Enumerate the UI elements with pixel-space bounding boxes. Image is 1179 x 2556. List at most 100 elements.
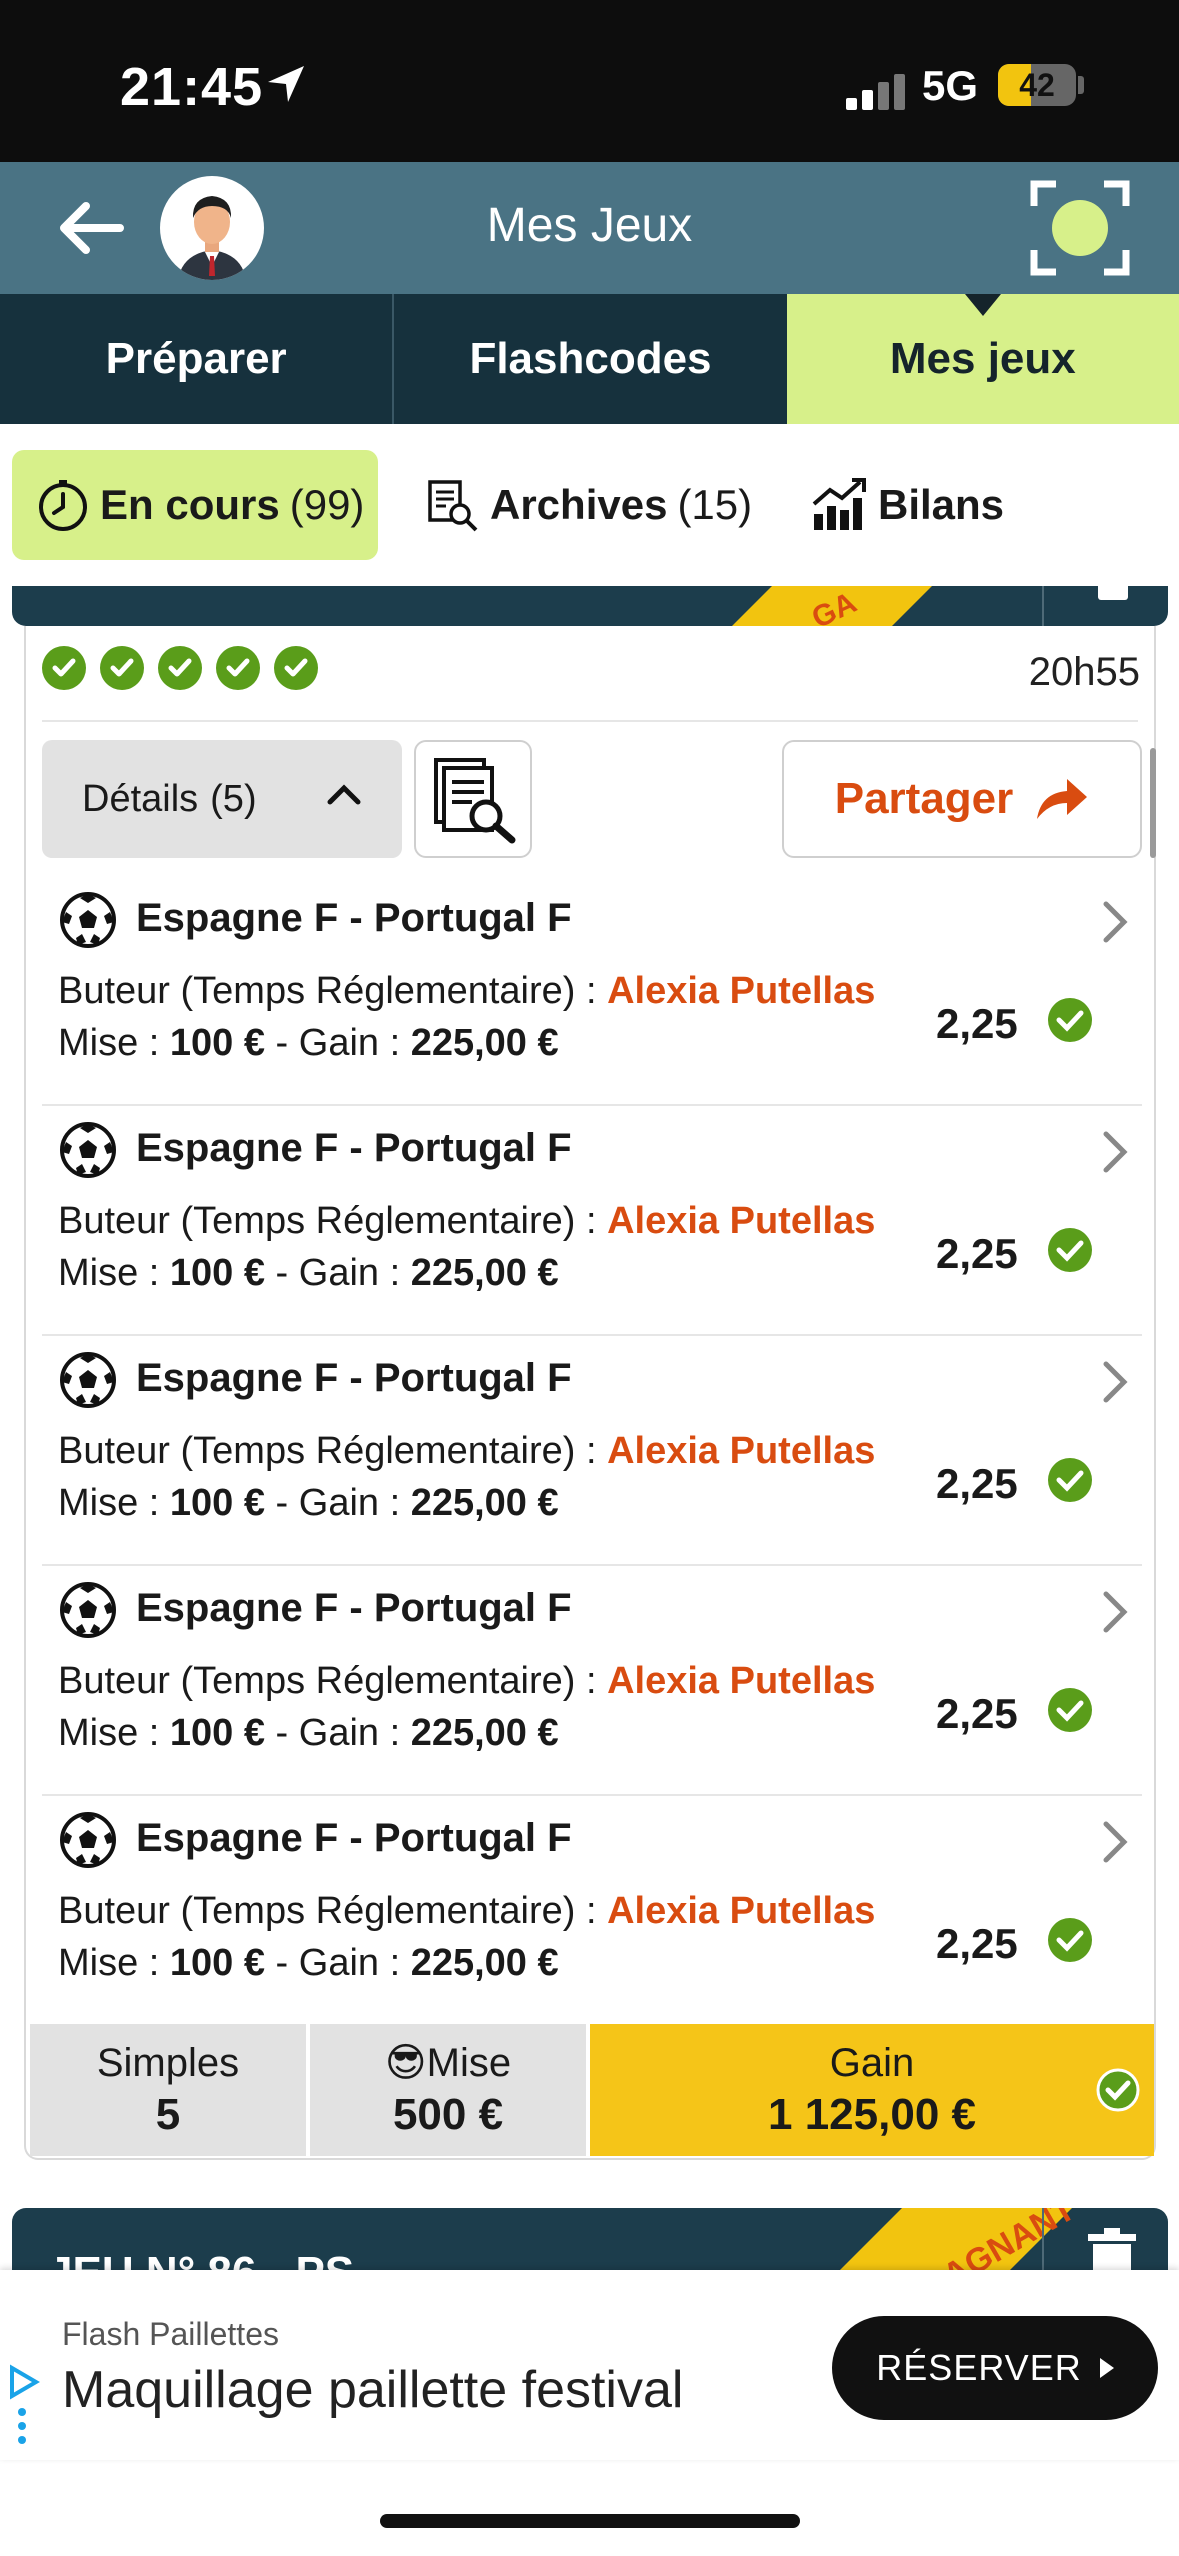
gain-value: 225,00 €	[410, 1712, 559, 1754]
check-circle-icon	[216, 646, 260, 690]
header-divider	[1042, 586, 1044, 626]
bet-item[interactable]: Espagne F - Portugal F Buteur (Temps Régl…	[42, 876, 1142, 1106]
stake-value: 100 €	[169, 1022, 265, 1064]
details-count: (5)	[210, 777, 257, 820]
mise-value: 500 €	[392, 2090, 504, 2139]
check-circle-icon	[274, 646, 318, 690]
odds-value: 2,25	[936, 1000, 1018, 1047]
battery-nub	[1078, 76, 1084, 94]
match-name: Espagne F - Portugal F	[136, 1126, 572, 1170]
gain-label: - Gain :	[265, 1712, 411, 1754]
view-ticket-button[interactable]	[414, 740, 532, 858]
gain-label: - Gain :	[265, 1022, 411, 1064]
ad-banner[interactable]: Flash Paillettes Maquillage paillette fe…	[0, 2270, 1179, 2460]
bet-market: Buteur (Temps Réglementaire) : Alexia Pu…	[58, 1430, 875, 1473]
tab-mes-jeux[interactable]: Mes jeux	[786, 294, 1179, 424]
scrollbar[interactable]	[1150, 748, 1156, 858]
gain-label: - Gain :	[265, 1942, 411, 1984]
chevron-right-icon[interactable]	[1100, 1590, 1130, 1634]
simples-value: 5	[155, 2089, 181, 2139]
status-time: 21:45	[120, 57, 264, 117]
soccer-ball-icon	[60, 1122, 116, 1178]
bet-item[interactable]: Espagne F - Portugal F Buteur (Temps Régl…	[42, 1336, 1142, 1566]
match-name: Espagne F - Portugal F	[136, 896, 572, 940]
bet-time: 20h55	[1028, 650, 1140, 694]
chevron-right-icon[interactable]	[1100, 1820, 1130, 1864]
share-button[interactable]: Partager	[782, 740, 1142, 858]
sub-tabs: En cours (99) Archives (15) Bilans	[0, 424, 1179, 586]
details-toggle-button[interactable]: Détails (5)	[42, 740, 402, 858]
selection-name: Alexia Putellas	[607, 970, 876, 1012]
mise-label: Mise	[426, 2041, 512, 2085]
check-circle-icon	[1048, 998, 1092, 1042]
gain-label: - Gain :	[265, 1252, 411, 1294]
bet-item[interactable]: Espagne F - Portugal F Buteur (Temps Régl…	[42, 1796, 1142, 2026]
bet-summary: Simples 5 😎Mise 500 € Gain 1 125,00 €	[30, 2024, 1154, 2156]
check-circle-icon	[1048, 1228, 1092, 1272]
check-circle-icon	[1048, 1458, 1092, 1502]
bet-market: Buteur (Temps Réglementaire) : Alexia Pu…	[58, 1200, 875, 1243]
subtab-en-cours[interactable]: En cours (99)	[12, 450, 378, 560]
stake-label: Mise :	[58, 1712, 170, 1754]
chevron-up-icon	[327, 784, 361, 805]
ad-choices-icon[interactable]	[8, 2364, 42, 2444]
scan-qr-icon[interactable]	[1030, 180, 1130, 276]
clock-icon	[39, 480, 87, 531]
gain-label: - Gain :	[265, 1482, 411, 1524]
selection-name: Alexia Putellas	[607, 1890, 876, 1932]
subtab-en-cours-label: En cours	[100, 481, 280, 528]
simples-label: Simples	[96, 2040, 240, 2085]
stake-label: Mise :	[58, 1942, 170, 1984]
chevron-right-icon[interactable]	[1100, 1360, 1130, 1404]
match-name: Espagne F - Portugal F	[136, 1586, 572, 1630]
share-label: Partager	[834, 774, 1014, 823]
bet-card-header: GA	[12, 586, 1168, 626]
location-arrow-icon	[268, 66, 304, 102]
bet-market: Buteur (Temps Réglementaire) : Alexia Pu…	[58, 1890, 875, 1933]
summary-simples: Simples 5	[30, 2024, 306, 2156]
bet-item[interactable]: Espagne F - Portugal F Buteur (Temps Régl…	[42, 1106, 1142, 1336]
stake-label: Mise :	[58, 1482, 170, 1524]
bet-market: Buteur (Temps Réglementaire) : Alexia Pu…	[58, 1660, 875, 1703]
bet-stake: Mise : 100 € - Gain : 225,00 €	[58, 1022, 559, 1065]
odds-value: 2,25	[936, 1460, 1018, 1507]
gain-value: 225,00 €	[410, 1252, 559, 1294]
home-indicator[interactable]	[380, 2514, 800, 2528]
battery-level: 42	[1019, 67, 1055, 103]
details-label: Détails	[82, 777, 199, 820]
subtab-archives[interactable]: Archives (15)	[426, 450, 752, 560]
ad-brand: Flash Paillettes	[62, 2316, 279, 2352]
next-bet-card-header[interactable]: JEU N° 86 - PS GAGNANT	[12, 2208, 1168, 2278]
selection-name: Alexia Putellas	[607, 1430, 876, 1472]
play-triangle-icon	[1099, 2358, 1114, 2378]
subtab-bilans-label: Bilans	[878, 481, 1005, 528]
market-label: Buteur (Temps Réglementaire) :	[58, 1660, 608, 1702]
check-circle-icon	[1048, 1918, 1092, 1962]
market-label: Buteur (Temps Réglementaire) :	[58, 1890, 608, 1932]
subtab-bilans[interactable]: Bilans	[810, 450, 1004, 560]
bet-stake: Mise : 100 € - Gain : 225,00 €	[58, 1712, 559, 1755]
result-checks	[42, 646, 318, 690]
bet-card: 20h55 Détails (5) Partager Espagne F - P…	[24, 626, 1156, 2160]
subtab-archives-label: Archives	[490, 481, 668, 528]
market-label: Buteur (Temps Réglementaire) :	[58, 1430, 608, 1472]
bet-stake: Mise : 100 € - Gain : 225,00 €	[58, 1482, 559, 1525]
document-search-icon	[434, 758, 516, 844]
soccer-ball-icon	[60, 892, 116, 948]
tab-flashcodes[interactable]: Flashcodes	[392, 294, 786, 424]
bet-item[interactable]: Espagne F - Portugal F Buteur (Temps Régl…	[42, 1566, 1142, 1796]
selection-name: Alexia Putellas	[607, 1200, 876, 1242]
trash-icon[interactable]	[1098, 586, 1128, 600]
sunglasses-emoji-icon: 😎	[384, 2041, 427, 2085]
tab-preparer[interactable]: Préparer	[0, 294, 392, 424]
gain-value: 225,00 €	[410, 1482, 559, 1524]
chevron-right-icon[interactable]	[1100, 900, 1130, 944]
chevron-right-icon[interactable]	[1100, 1130, 1130, 1174]
ad-cta-button[interactable]: RÉSERVER	[832, 2316, 1158, 2420]
status-bar: 21:45 5G 42	[0, 0, 1179, 162]
soccer-ball-icon	[60, 1352, 116, 1408]
match-name: Espagne F - Portugal F	[136, 1816, 572, 1860]
bet-stake: Mise : 100 € - Gain : 225,00 €	[58, 1252, 559, 1295]
gain-value: 225,00 €	[410, 1022, 559, 1064]
bet-market: Buteur (Temps Réglementaire) : Alexia Pu…	[58, 970, 875, 1013]
